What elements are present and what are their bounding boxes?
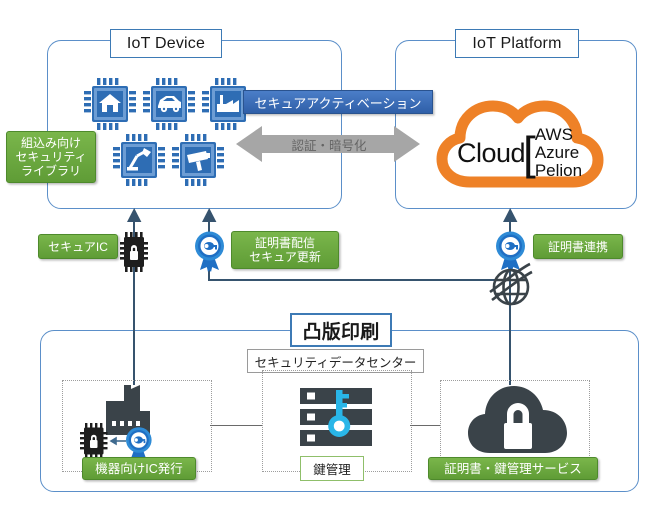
cert-delivery-line-2: セキュア更新 — [249, 250, 321, 264]
encryption-arrow-label: 認証・暗号化 — [291, 138, 367, 153]
library-line-2: セキュリティ — [15, 150, 87, 164]
key-management-card-text: 鍵管理 — [313, 463, 351, 477]
brand-azure: Azure — [534, 143, 580, 162]
line-cert-delivery-horizontal — [208, 279, 510, 282]
cert-key-service-card-label: 証明書・鍵管理サービス — [428, 457, 598, 480]
key-management-card-label: 鍵管理 — [300, 456, 364, 481]
brand-aws: AWS — [534, 125, 573, 144]
line-ic-issue-to-device — [133, 215, 136, 385]
line-cert-linkage-vertical — [509, 215, 512, 385]
iot-platform-title-label: IoT Platform — [472, 34, 562, 52]
toppan-title-label: 凸版印刷 — [302, 321, 380, 343]
iot-device-title: IoT Device — [110, 29, 222, 58]
secure-activation-banner: セキュアアクティベーション — [243, 90, 433, 114]
line-cert-delivery-vertical — [208, 215, 211, 281]
secure-ic-text: セキュアIC — [48, 239, 108, 254]
secure-activation-label: セキュアアクティベーション — [254, 95, 422, 111]
iot-device-panel — [47, 40, 342, 209]
cloud-text-group: Cloud [ AWS Azure Pelion — [457, 125, 583, 180]
brand-pelion: Pelion — [534, 161, 583, 180]
ic-issue-card-text: 機器向けIC発行 — [95, 461, 183, 476]
cert-linkage-text: 証明書連携 — [547, 239, 608, 254]
embedded-security-library-label: 組込み向け セキュリティ ライブラリ — [6, 131, 96, 183]
line-key-to-service — [410, 425, 440, 426]
cloud-brand-list: AWS Azure Pelion — [535, 126, 582, 180]
secure-ic-label: セキュアIC — [38, 234, 118, 259]
cert-delivery-label: 証明書配信 セキュア更新 — [231, 231, 339, 269]
library-line-3: ライブラリ — [20, 164, 81, 178]
iot-device-title-label: IoT Device — [126, 34, 206, 52]
cert-delivery-line-1: 証明書配信 — [254, 236, 315, 250]
line-ic-to-key — [210, 425, 262, 426]
iot-platform-title: IoT Platform — [455, 29, 579, 58]
toppan-title: 凸版印刷 — [290, 313, 392, 347]
security-data-center-label: セキュリティデータセンター — [254, 355, 417, 370]
library-line-1: 組込み向け — [20, 136, 81, 150]
cert-key-service-card-text: 証明書・鍵管理サービス — [444, 461, 582, 476]
ic-issue-card-label: 機器向けIC発行 — [82, 457, 196, 480]
cert-linkage-label: 証明書連携 — [533, 234, 623, 259]
cloud-word: Cloud — [457, 137, 526, 168]
diagram-canvas: IoT Device IoT Platform 凸版印刷 組込み向け セキュリテ… — [0, 0, 650, 507]
